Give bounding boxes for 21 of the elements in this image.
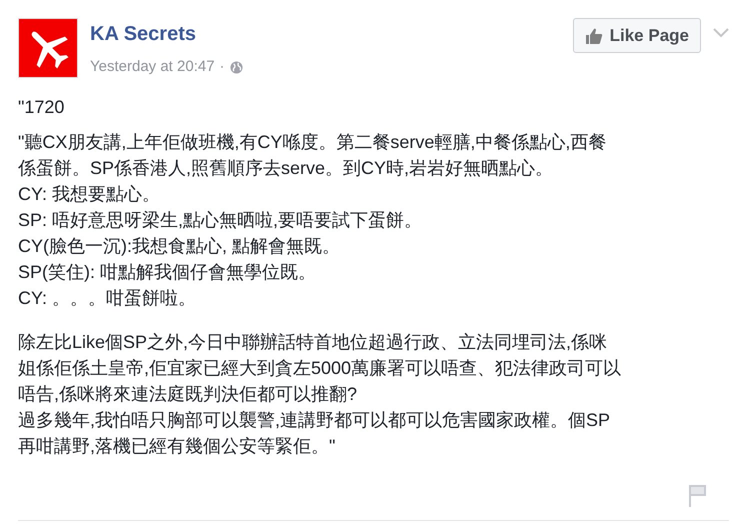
separator: · bbox=[220, 58, 225, 76]
post-text-line: 過多幾年,我怕唔只胸部可以襲警,連講野都可以都可以危害國家政權。個SP bbox=[18, 409, 610, 432]
post-text-line: CY: 我想要點心。 bbox=[18, 183, 160, 206]
like-page-button[interactable]: Like Page bbox=[572, 18, 701, 53]
post-text-line: SP: 唔好意思呀梁生,點心無晒啦,要唔要試下蛋餅。 bbox=[18, 209, 422, 232]
post-text-line: CY: 。。。咁蛋餅啦。 bbox=[18, 287, 196, 310]
post-text-line: 唔告,係咪將來連法庭既判決佢都可以推翻? bbox=[18, 383, 358, 406]
post-text-line: 除左比Like個SP之外,今日中聯辦話特首地位超過行政、立法同埋司法,係咪 bbox=[18, 331, 608, 354]
post-text-line: "1720 bbox=[18, 96, 64, 119]
flag-icon[interactable] bbox=[688, 484, 708, 508]
post-text-line: 係蛋餅。SP係香港人,照舊順序去serve。到CY時,岩岩好無晒點心。 bbox=[18, 157, 554, 180]
page-name-link[interactable]: KA Secrets bbox=[90, 22, 243, 46]
globe-icon[interactable] bbox=[230, 60, 243, 74]
post-text-line: 姐係佢係土皇帝,佢宜家已經大到貪左5000萬廉署可以唔查、犯法律政司可以 bbox=[18, 357, 622, 380]
thumbs-up-icon bbox=[584, 26, 603, 44]
post-text-line: SP(笑住): 咁點解我個仔會無學位既。 bbox=[18, 261, 316, 284]
post-text-line: CY(臉色一沉):我想食點心, 點解會無既。 bbox=[18, 235, 340, 258]
airplane-logo-icon[interactable] bbox=[18, 18, 78, 78]
chevron-down-icon[interactable] bbox=[713, 28, 729, 38]
post-text-line: "聽CX朋友講,上年佢做班機,有CY喺度。第二餐serve輕膳,中餐係點心,西餐 bbox=[18, 131, 606, 154]
post-text-line: 再咁講野,落機已經有幾個公安等緊佢。" bbox=[18, 435, 336, 458]
